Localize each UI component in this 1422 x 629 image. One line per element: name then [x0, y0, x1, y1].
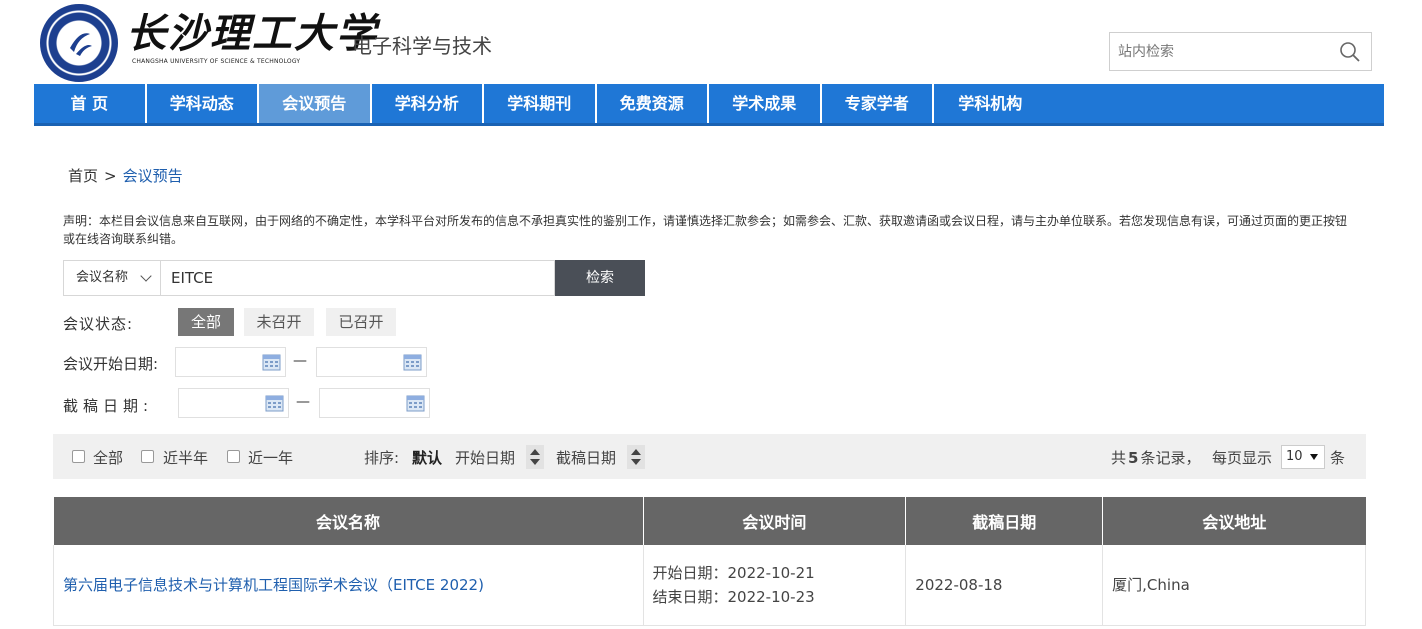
- seal-emblem-icon: [70, 33, 92, 56]
- breadcrumb-current[interactable]: 会议预告: [123, 167, 183, 185]
- sort-deadline-arrows-icon[interactable]: [627, 445, 645, 469]
- table-row: 第六届电子信息技术与计算机工程国际学术会议（EITCE 2022) 开始日期：2…: [53, 545, 1366, 626]
- filter-all-label[interactable]: 全部: [93, 447, 123, 468]
- university-logo[interactable]: 长沙理工大学 CHANGSHA UNIVERSITY OF SCIENCE & …: [126, 10, 378, 65]
- breadcrumb-separator: >: [104, 167, 117, 185]
- nav-item-journals[interactable]: 学科期刊: [484, 84, 597, 123]
- filter-half-year-checkbox[interactable]: [141, 450, 154, 463]
- query-field-select[interactable]: 会议名称: [63, 260, 161, 296]
- conference-table: 会议名称 会议时间 截稿日期 会议地址 第六届电子信息技术与计算机工程国际学术会…: [53, 497, 1366, 626]
- column-header-deadline: 截稿日期: [905, 497, 1104, 545]
- deadline-to[interactable]: [319, 388, 430, 418]
- total-records: 共 5 条记录，: [1111, 447, 1200, 468]
- start-date-label: 会议开始日期:: [63, 355, 159, 373]
- conference-end: 结束日期：2022-10-23: [652, 587, 815, 606]
- nav-item-experts[interactable]: 专家学者: [822, 84, 934, 123]
- nav-item-home[interactable]: 首 页: [34, 84, 147, 123]
- column-header-time: 会议时间: [643, 497, 907, 545]
- column-header-address: 会议地址: [1102, 497, 1366, 545]
- conference-name-cell: 第六届电子信息技术与计算机工程国际学术会议（EITCE 2022): [53, 545, 644, 626]
- total-prefix: 共: [1111, 449, 1127, 467]
- conference-deadline-cell: 2022-08-18: [905, 545, 1104, 626]
- site-title: 电子科学与技术: [352, 34, 492, 58]
- deadline-label: 截稿日期:: [63, 397, 154, 415]
- site-search: [1109, 32, 1372, 71]
- calendar-icon[interactable]: [406, 394, 425, 412]
- breadcrumb-home[interactable]: 首页: [68, 167, 98, 185]
- dropdown-arrow-icon: [1310, 454, 1318, 460]
- nav-item-institutions[interactable]: 学科机构: [934, 84, 1047, 123]
- per-page-select[interactable]: 10: [1281, 445, 1325, 469]
- calendar-icon[interactable]: [262, 353, 281, 371]
- sort-deadline[interactable]: 截稿日期: [556, 447, 616, 468]
- deadline-from[interactable]: [178, 388, 289, 418]
- status-option-held[interactable]: 已召开: [326, 308, 396, 336]
- disclaimer-notice: 声明：本栏目会议信息来自互联网，由于网络的不确定性，本学科平台对所发布的信息不承…: [63, 214, 1348, 246]
- query-keyword-input[interactable]: [161, 260, 555, 296]
- main-nav: 首 页 学科动态 会议预告 学科分析 学科期刊 免费资源 学术成果 专家学者 学…: [34, 84, 1384, 126]
- filter-one-year-label[interactable]: 近一年: [248, 447, 293, 468]
- university-name-en: CHANGSHA UNIVERSITY OF SCIENCE & TECHNOL…: [132, 58, 301, 65]
- nav-item-news[interactable]: 学科动态: [147, 84, 259, 123]
- calendar-icon[interactable]: [265, 394, 284, 412]
- sort-label: 排序:: [364, 449, 400, 467]
- university-name-cn: 长沙理工大学: [126, 10, 378, 57]
- per-page-prefix: 每页显示: [1212, 449, 1273, 467]
- filter-all-checkbox[interactable]: [72, 450, 85, 463]
- site-search-input[interactable]: [1110, 33, 1325, 70]
- breadcrumb: 首页 > 会议预告: [68, 165, 183, 186]
- sort-default[interactable]: 默认: [412, 447, 442, 468]
- nav-item-analysis[interactable]: 学科分析: [372, 84, 484, 123]
- column-header-name: 会议名称: [53, 497, 644, 545]
- conference-address-cell: 厦门,China: [1102, 545, 1366, 626]
- date-range-dash: —: [296, 394, 310, 410]
- results-toolbar: 全部 近半年 近一年 排序: 默认 开始日期 截稿日期 共 5 条记录， 每页显示 …: [53, 434, 1366, 479]
- search-icon[interactable]: [1339, 41, 1361, 63]
- sort-start-date[interactable]: 开始日期: [455, 447, 515, 468]
- nav-item-free-resources[interactable]: 免费资源: [597, 84, 709, 123]
- status-option-all[interactable]: 全部: [178, 308, 234, 336]
- total-count: 5: [1128, 449, 1139, 467]
- conference-time-cell: 开始日期：2022-10-21 结束日期：2022-10-23: [643, 545, 907, 626]
- university-seal-logo[interactable]: [40, 4, 118, 82]
- sort-start-arrows-icon[interactable]: [526, 445, 544, 469]
- query-field-value: 会议名称: [76, 270, 129, 285]
- query-search-button[interactable]: 检索: [555, 260, 645, 296]
- conference-link[interactable]: 第六届电子信息技术与计算机工程国际学术会议（EITCE 2022): [63, 576, 484, 594]
- filter-one-year-checkbox[interactable]: [227, 450, 240, 463]
- start-date-from[interactable]: [175, 347, 286, 377]
- nav-item-achievements[interactable]: 学术成果: [709, 84, 822, 123]
- filter-half-year-label[interactable]: 近半年: [163, 447, 208, 468]
- per-page-value: 10: [1286, 449, 1303, 464]
- chevron-down-icon: [140, 270, 152, 282]
- conference-query: 会议名称 检索: [63, 260, 645, 296]
- calendar-icon[interactable]: [403, 353, 422, 371]
- date-range-dash: —: [293, 353, 307, 369]
- nav-item-conferences[interactable]: 会议预告: [259, 84, 372, 123]
- total-suffix: 条记录，: [1140, 449, 1201, 467]
- per-page-suffix: 条: [1330, 449, 1346, 467]
- conference-start: 开始日期：2022-10-21: [652, 563, 815, 582]
- start-date-to[interactable]: [316, 347, 427, 377]
- status-filter-label: 会议状态:: [63, 315, 134, 333]
- status-option-upcoming[interactable]: 未召开: [244, 308, 314, 336]
- table-header-row: 会议名称 会议时间 截稿日期 会议地址: [53, 497, 1366, 545]
